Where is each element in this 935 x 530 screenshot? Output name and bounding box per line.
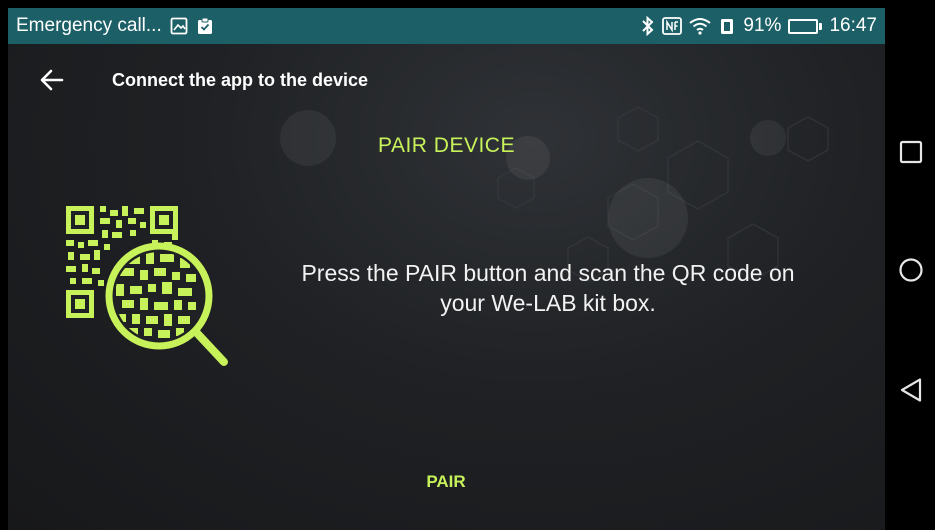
qr-magnifier-icon xyxy=(66,206,228,366)
gallery-icon xyxy=(170,17,188,35)
back-button[interactable] xyxy=(30,58,74,102)
recents-square-icon[interactable] xyxy=(893,134,929,170)
clipboard-icon xyxy=(196,17,214,35)
instructions-text: Press the PAIR button and scan the QR co… xyxy=(248,258,848,318)
battery-icon xyxy=(788,18,823,34)
nfc-icon xyxy=(662,17,683,35)
section-title: PAIR DEVICE xyxy=(378,134,515,157)
navigation-bar xyxy=(885,0,935,530)
bluetooth-icon xyxy=(641,16,655,36)
pair-button[interactable]: PAIR xyxy=(371,460,521,504)
app-screen: Emergency call... 91% 16:47 Connect the … xyxy=(8,8,885,530)
status-time: 16:47 xyxy=(829,15,877,36)
battery-percent: 91% xyxy=(743,15,782,36)
notification-text: Emergency call... xyxy=(16,15,162,36)
instructions-line-2: your We-LAB kit box. xyxy=(440,290,656,316)
app-toolbar: Connect the app to the device xyxy=(8,58,885,102)
page-title: Connect the app to the device xyxy=(112,69,369,90)
back-triangle-icon[interactable] xyxy=(893,372,929,408)
vibrate-icon xyxy=(718,17,736,35)
arrow-left-icon xyxy=(40,69,64,91)
wifi-icon xyxy=(689,17,712,35)
status-bar: Emergency call... 91% 16:47 xyxy=(8,8,885,44)
instructions-line-1: Press the PAIR button and scan the QR co… xyxy=(301,260,795,286)
home-circle-icon[interactable] xyxy=(893,252,929,288)
